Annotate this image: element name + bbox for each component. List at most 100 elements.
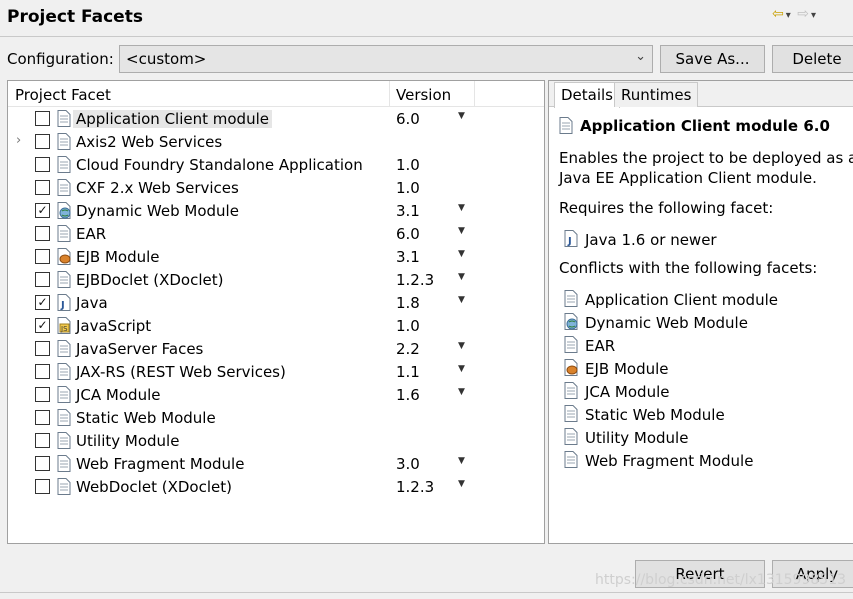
facet-checkbox[interactable] [35,111,50,126]
table-row[interactable]: Application Client module 6.0 ▼ [8,108,544,131]
facet-checkbox[interactable] [35,134,50,149]
table-row[interactable]: ✓ Dynamic Web Module 3.1 ▼ [8,200,544,223]
svg-text:J: J [60,300,65,311]
facet-checkbox[interactable]: ✓ [35,318,50,333]
triangle-down-icon[interactable]: ▼ [458,295,465,305]
forward-arrow-icon[interactable]: ⇨ [797,6,809,22]
facet-checkbox[interactable] [35,226,50,241]
table-row[interactable]: › Axis2 Web Services [8,131,544,154]
table-header: Project Facet Version [8,81,544,107]
triangle-down-icon[interactable]: ▼ [458,111,465,121]
facet-checkbox[interactable] [35,433,50,448]
conflict-item-label: JCA Module [585,383,670,401]
list-item: Utility Module [549,427,853,450]
facet-checkbox[interactable] [35,157,50,172]
facet-version[interactable]: 3.1 [396,248,420,266]
facet-name: EJB Module [76,248,160,266]
table-row[interactable]: Cloud Foundry Standalone Application 1.0 [8,154,544,177]
facet-version[interactable]: 3.1 [396,202,420,220]
facet-version[interactable]: 3.0 [396,455,420,473]
column-divider[interactable] [474,81,475,107]
conflict-item-label: EAR [585,337,616,355]
facet-checkbox[interactable] [35,364,50,379]
column-divider[interactable] [389,81,390,107]
column-header-facet[interactable]: Project Facet [15,86,111,104]
facet-checkbox[interactable] [35,249,50,264]
facet-version[interactable]: 1.2.3 [396,478,434,496]
facet-version[interactable]: 2.2 [396,340,420,358]
delete-button[interactable]: Delete [772,45,853,73]
table-row[interactable]: JavaServer Faces 2.2 ▼ [8,338,544,361]
facet-version[interactable]: 6.0 [396,110,420,128]
facet-version[interactable]: 1.6 [396,386,420,404]
triangle-down-icon[interactable]: ▼ [458,226,465,236]
triangle-down-icon[interactable]: ▼ [458,203,465,213]
facet-checkbox[interactable] [35,456,50,471]
conflict-item-label: Utility Module [585,429,689,447]
triangle-down-icon[interactable]: ▼ [458,479,465,489]
facet-checkbox[interactable] [35,272,50,287]
conflict-item-label: Static Web Module [585,406,725,424]
conflict-item-label: Dynamic Web Module [585,314,748,332]
svg-text:JS: JS [60,325,68,333]
table-row[interactable]: Web Fragment Module 3.0 ▼ [8,453,544,476]
chevron-right-icon[interactable]: › [16,133,21,148]
facet-version[interactable]: 6.0 [396,225,420,243]
triangle-down-icon[interactable]: ▼ [458,456,465,466]
page-icon [559,117,573,134]
triangle-down-icon[interactable]: ▼ [458,249,465,259]
table-row[interactable]: EAR 6.0 ▼ [8,223,544,246]
title-bar: Project Facets ⇦ ▾ ⇨ ▾ [0,0,853,37]
chevron-down-icon[interactable]: ▾ [786,10,791,21]
list-item: Dynamic Web Module [549,312,853,335]
facet-checkbox[interactable] [35,479,50,494]
table-row[interactable]: EJB Module 3.1 ▼ [8,246,544,269]
facet-version[interactable]: 1.1 [396,363,420,381]
facet-checkbox[interactable] [35,387,50,402]
back-arrow-icon[interactable]: ⇦ [772,6,784,22]
column-header-version[interactable]: Version [396,86,451,104]
facet-name: Axis2 Web Services [76,133,223,151]
facet-checkbox[interactable] [35,341,50,356]
triangle-down-icon[interactable]: ▼ [458,387,465,397]
table-row[interactable]: ✓ JS JavaScript 1.0 [8,315,544,338]
page-icon [57,179,71,196]
facet-version[interactable]: 1.8 [396,294,420,312]
conflicts-label: Conflicts with the following facets: [559,259,818,277]
facet-name: CXF 2.x Web Services [76,179,239,197]
table-row[interactable]: JCA Module 1.6 ▼ [8,384,544,407]
facet-name: JavaScript [76,317,152,335]
page-icon [57,271,71,288]
list-item: EJB Module [549,358,853,381]
page-icon [564,428,578,445]
conflict-item-label: EJB Module [585,360,669,378]
details-description-line2: Java EE Application Client module. [559,169,817,187]
tab-runtimes[interactable]: Runtimes [614,82,699,107]
java-icon: J [57,294,71,311]
tab-details[interactable]: Details [554,82,621,108]
page-icon [57,363,71,380]
page-icon [57,340,71,357]
triangle-down-icon[interactable]: ▼ [458,341,465,351]
table-row[interactable]: Utility Module [8,430,544,453]
table-row[interactable]: ✓ J Java 1.8 ▼ [8,292,544,315]
list-item: JCA Module [549,381,853,404]
facet-checkbox[interactable]: ✓ [35,295,50,310]
triangle-down-icon[interactable]: ▼ [458,364,465,374]
table-row[interactable]: Static Web Module [8,407,544,430]
table-row[interactable]: JAX-RS (REST Web Services) 1.1 ▼ [8,361,544,384]
table-row[interactable]: CXF 2.x Web Services 1.0 [8,177,544,200]
svg-text:J: J [567,236,572,247]
chevron-down-icon[interactable]: ▾ [811,10,816,21]
table-row[interactable]: WebDoclet (XDoclet) 1.2.3 ▼ [8,476,544,499]
facet-checkbox[interactable]: ✓ [35,203,50,218]
list-item: Web Fragment Module [549,450,853,473]
table-row[interactable]: EJBDoclet (XDoclet) 1.2.3 ▼ [8,269,544,292]
facet-version[interactable]: 1.2.3 [396,271,434,289]
triangle-down-icon[interactable]: ▼ [458,272,465,282]
configuration-select[interactable]: <custom> ⌄ [119,45,653,73]
facet-checkbox[interactable] [35,410,50,425]
bean-icon [57,248,71,265]
facet-checkbox[interactable] [35,180,50,195]
save-as-button[interactable]: Save As... [660,45,765,73]
